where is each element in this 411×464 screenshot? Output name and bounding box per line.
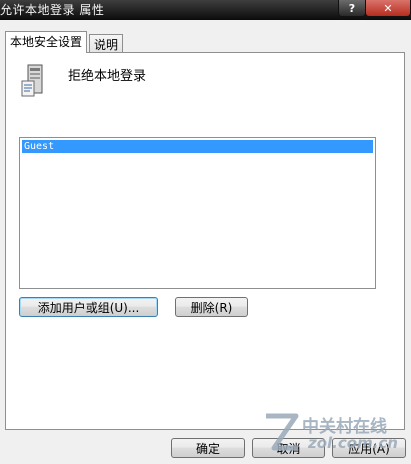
add-user-or-group-button[interactable]: 添加用户或组(U)... [19,297,158,317]
close-icon: ✕ [383,1,393,15]
tab-local-security-setting[interactable]: 本地安全设置 [5,31,88,53]
apply-button[interactable]: 应用(A) [332,438,406,458]
tab-panel: 拒绝本地登录 Guest 添加用户或组(U)... 删除(R) [5,52,405,430]
close-button[interactable]: ✕ [365,0,411,17]
help-button[interactable]: ? [338,0,366,17]
list-item[interactable]: Guest [22,140,373,153]
cancel-button[interactable]: 取消 [252,438,325,458]
tab-explain[interactable]: 说明 [89,34,124,52]
server-policy-icon [21,64,43,97]
title-bar[interactable]: 允许本地登录 属性 ? ✕ [0,0,411,20]
help-icon: ? [348,1,356,15]
policy-title: 拒绝本地登录 [68,69,147,84]
window-title: 允许本地登录 属性 [0,3,105,17]
remove-button[interactable]: 删除(R) [175,297,248,317]
users-listbox[interactable]: Guest [19,137,376,289]
ok-button[interactable]: 确定 [171,438,245,458]
